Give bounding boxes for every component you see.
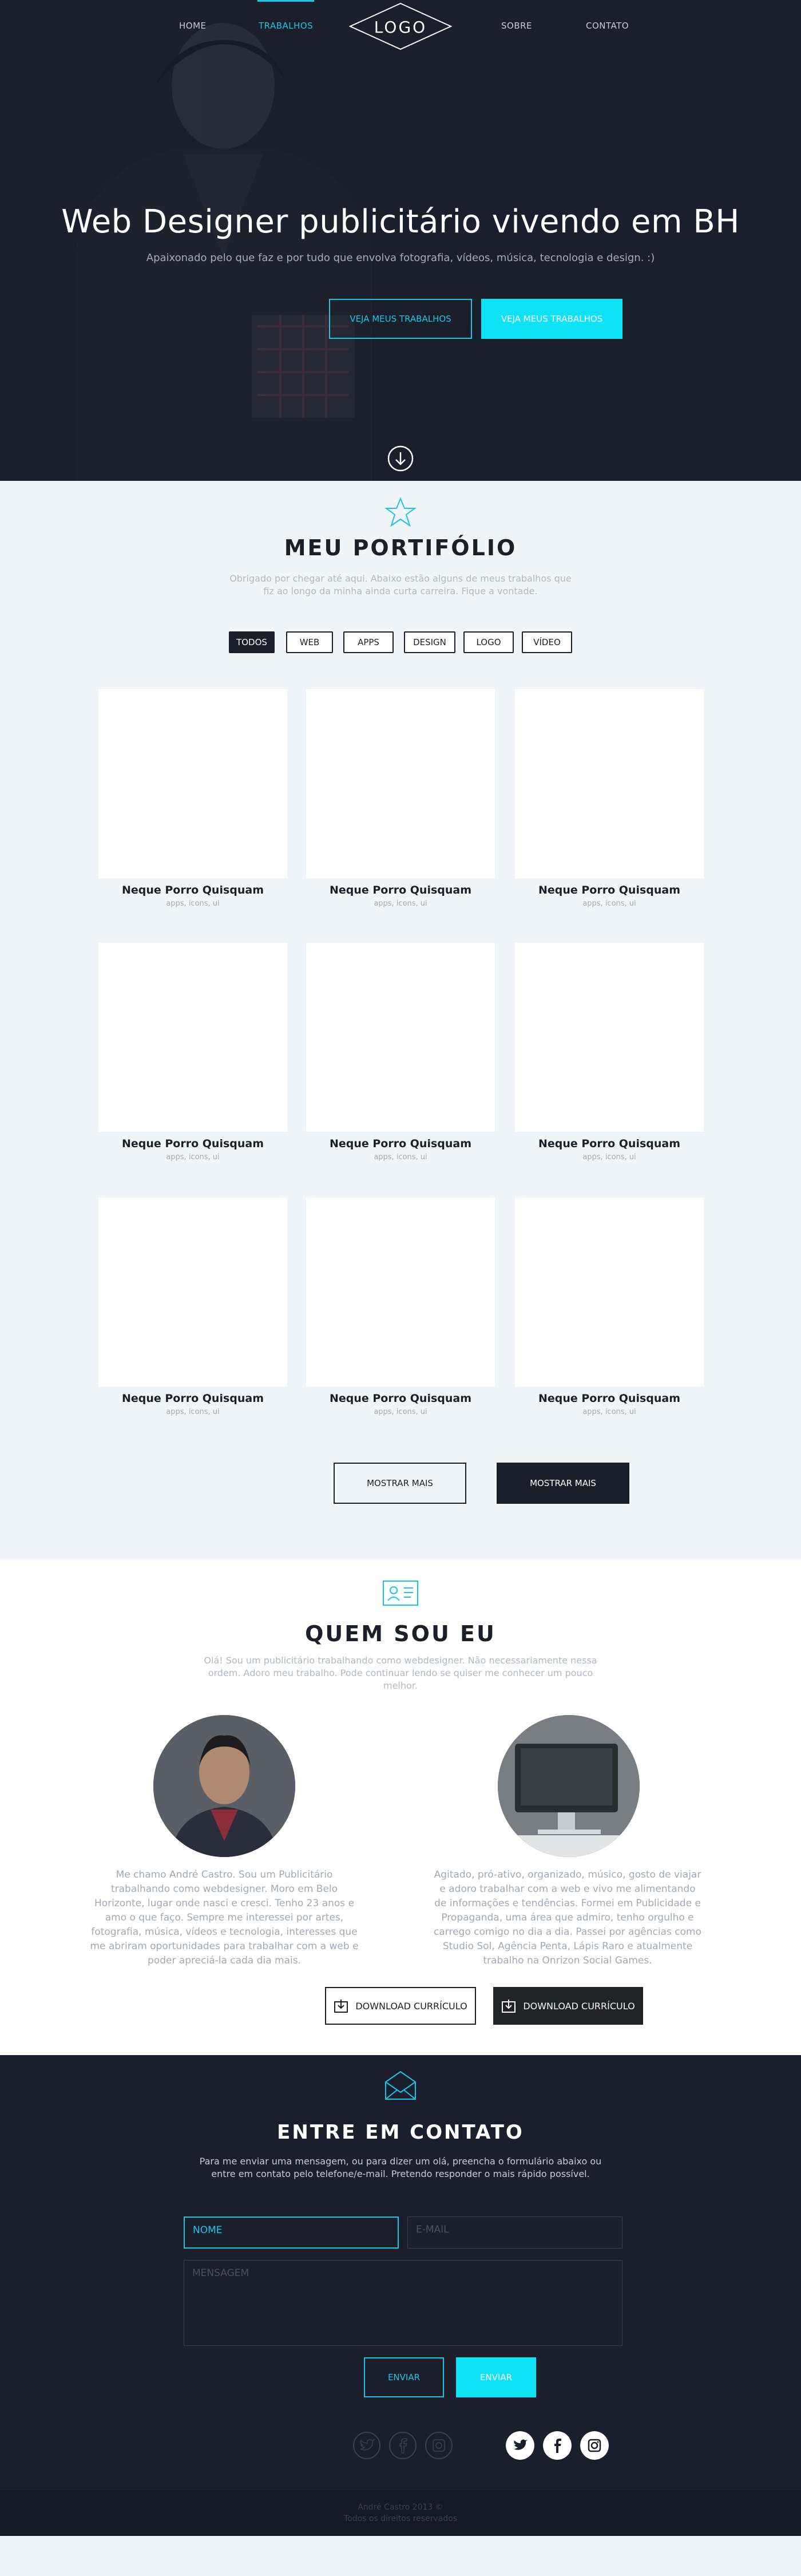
portfolio-card[interactable]: Neque Porro Quisquam apps, icons, ui <box>98 1198 287 1416</box>
show-more-outline-button[interactable]: MOSTRAR MAIS <box>334 1463 466 1504</box>
footer-copyright: André Castro 2013 © <box>358 2503 443 2512</box>
logo[interactable]: LOGO <box>349 2 452 50</box>
portfolio-thumbnail[interactable] <box>306 943 495 1132</box>
send-outline-button[interactable]: ENVIAR <box>364 2357 444 2397</box>
portfolio-card[interactable]: Neque Porro Quisquam apps, icons, ui <box>306 1198 495 1416</box>
portfolio-card[interactable]: Neque Porro Quisquam apps, icons, ui <box>515 689 704 908</box>
portfolio-thumbnail[interactable] <box>515 1198 704 1386</box>
message-textarea[interactable]: MENSAGEM <box>184 2260 622 2346</box>
about-subtitle: Olá! Sou um publicitário trabalhando com… <box>204 1655 597 1691</box>
portfolio-thumbnail[interactable] <box>98 1198 287 1386</box>
portfolio-item-tags: apps, icons, ui <box>166 1153 220 1161</box>
portfolio-item-tags: apps, icons, ui <box>166 1408 220 1416</box>
email-input[interactable]: E-MAIL <box>407 2217 622 2249</box>
portfolio-item-tags: apps, icons, ui <box>582 1153 636 1161</box>
portfolio-item-name: Neque Porro Quisquam <box>121 884 264 896</box>
about-section: QUEM SOU EU Olá! Sou um publicitário tra… <box>0 1560 801 2055</box>
download-cv-label: DOWNLOAD CURRÍCULO <box>523 2000 635 2012</box>
filter-todos[interactable]: TODOS <box>229 631 275 653</box>
scroll-down-icon[interactable] <box>387 445 414 472</box>
avatar-photo <box>153 1715 295 1857</box>
portfolio-item-name: Neque Porro Quisquam <box>329 1392 472 1405</box>
nav-item-contato[interactable]: CONTATO <box>586 21 629 31</box>
download-icon <box>334 2000 348 2013</box>
portfolio-title: MEU PORTIFÓLIO <box>284 535 517 560</box>
portfolio-card[interactable]: Neque Porro Quisquam apps, icons, ui <box>306 943 495 1161</box>
portfolio-item-tags: apps, icons, ui <box>374 1153 427 1161</box>
portfolio-subtitle: Obrigado por chegar até aqui. Abaixo est… <box>229 573 572 596</box>
contact-title: ENTRE EM CONTATO <box>277 2121 524 2144</box>
filter-video[interactable]: VÍDEO <box>522 631 572 653</box>
portfolio-item-tags: apps, icons, ui <box>374 899 427 908</box>
hero-overlay <box>0 0 801 481</box>
portfolio-thumbnail[interactable] <box>306 689 495 878</box>
avatar-portrait <box>153 1715 295 1857</box>
portfolio-card[interactable]: Neque Porro Quisquam apps, icons, ui <box>515 1198 704 1416</box>
portfolio-filters: TODOS WEB APPS DESIGN LOGO VÍDEO <box>0 631 801 654</box>
hero-section: HOME TRABALHOS LOGO SOBRE CONTATO Web De… <box>0 0 801 481</box>
download-icon <box>502 2000 516 2013</box>
logo-text: LOGO <box>374 18 427 37</box>
hero-title: Web Designer publicitário vivendo em BH <box>61 203 740 240</box>
portfolio-thumbnail[interactable] <box>306 1198 495 1386</box>
about-right-text: Agitado, pró-ativo, organizado, músico, … <box>434 1869 701 1966</box>
download-cv-label: DOWNLOAD CURRÍCULO <box>355 2000 467 2012</box>
portfolio-card[interactable]: Neque Porro Quisquam apps, icons, ui <box>98 689 287 908</box>
filter-web[interactable]: WEB <box>286 631 333 653</box>
portfolio-item-name: Neque Porro Quisquam <box>121 1392 264 1405</box>
view-work-outline-button[interactable]: VEJA MEUS TRABALHOS <box>329 299 472 339</box>
portfolio-item-name: Neque Porro Quisquam <box>329 884 472 896</box>
about-left-text: Me chamo André Castro. Sou um Publicitár… <box>90 1869 359 1966</box>
portfolio-card[interactable]: Neque Porro Quisquam apps, icons, ui <box>306 689 495 908</box>
computer-image <box>498 1715 640 1857</box>
portfolio-item-name: Neque Porro Quisquam <box>538 1137 681 1150</box>
filter-logo[interactable]: LOGO <box>463 631 514 653</box>
id-card-icon <box>383 1581 418 1606</box>
portfolio-item-name: Neque Porro Quisquam <box>538 1392 681 1405</box>
footer-rights: Todos os direitos reservados <box>343 2514 458 2523</box>
filter-design[interactable]: DESIGN <box>404 631 455 653</box>
nav-item-home[interactable]: HOME <box>179 21 207 31</box>
instagram-icon[interactable] <box>580 2431 609 2460</box>
download-cv-filled-button[interactable]: DOWNLOAD CURRÍCULO <box>493 1987 643 2025</box>
portfolio-item-name: Neque Porro Quisquam <box>538 884 681 896</box>
portfolio-item-name: Neque Porro Quisquam <box>329 1137 472 1150</box>
main-nav: HOME TRABALHOS LOGO SOBRE CONTATO <box>0 0 801 52</box>
star-icon <box>384 497 417 527</box>
about-title: QUEM SOU EU <box>305 1621 496 1646</box>
portfolio-item-name: Neque Porro Quisquam <box>121 1137 264 1150</box>
show-more-filled-button[interactable]: MOSTRAR MAIS <box>497 1463 629 1504</box>
portfolio-thumbnail[interactable] <box>515 689 704 878</box>
portfolio-thumbnail[interactable] <box>98 943 287 1132</box>
envelope-icon <box>385 2071 416 2100</box>
facebook-outline-icon[interactable] <box>388 2431 417 2460</box>
workspace-photo <box>498 1715 640 1857</box>
portfolio-item-tags: apps, icons, ui <box>582 1408 636 1416</box>
name-input[interactable]: NOME <box>184 2217 399 2249</box>
filter-apps[interactable]: APPS <box>343 631 394 653</box>
portfolio-card[interactable]: Neque Porro Quisquam apps, icons, ui <box>98 943 287 1161</box>
download-cv-outline-button[interactable]: DOWNLOAD CURRÍCULO <box>325 1987 476 2025</box>
hero-subtitle: Apaixonado pelo que faz e por tudo que e… <box>146 252 655 264</box>
nav-item-trabalhos[interactable]: TRABALHOS <box>257 0 315 31</box>
portfolio-thumbnail[interactable] <box>98 689 287 878</box>
portfolio-item-tags: apps, icons, ui <box>374 1408 427 1416</box>
twitter-outline-icon[interactable] <box>352 2431 381 2460</box>
send-filled-button[interactable]: ENVIAR <box>456 2357 536 2397</box>
instagram-outline-icon[interactable] <box>425 2431 453 2460</box>
twitter-icon[interactable] <box>506 2431 534 2460</box>
contact-section: ENTRE EM CONTATO Para me enviar uma mens… <box>0 2055 801 2490</box>
portfolio-card[interactable]: Neque Porro Quisquam apps, icons, ui <box>515 943 704 1161</box>
footer: André Castro 2013 © Todos os direitos re… <box>0 2490 801 2536</box>
portfolio-item-tags: apps, icons, ui <box>582 899 636 908</box>
portfolio-item-tags: apps, icons, ui <box>166 899 220 908</box>
facebook-icon[interactable] <box>543 2431 572 2460</box>
contact-subtitle: Para me enviar uma mensagem, ou para diz… <box>199 2156 602 2179</box>
view-work-filled-button[interactable]: VEJA MEUS TRABALHOS <box>481 299 622 339</box>
portfolio-thumbnail[interactable] <box>515 943 704 1132</box>
nav-item-sobre[interactable]: SOBRE <box>501 21 532 31</box>
